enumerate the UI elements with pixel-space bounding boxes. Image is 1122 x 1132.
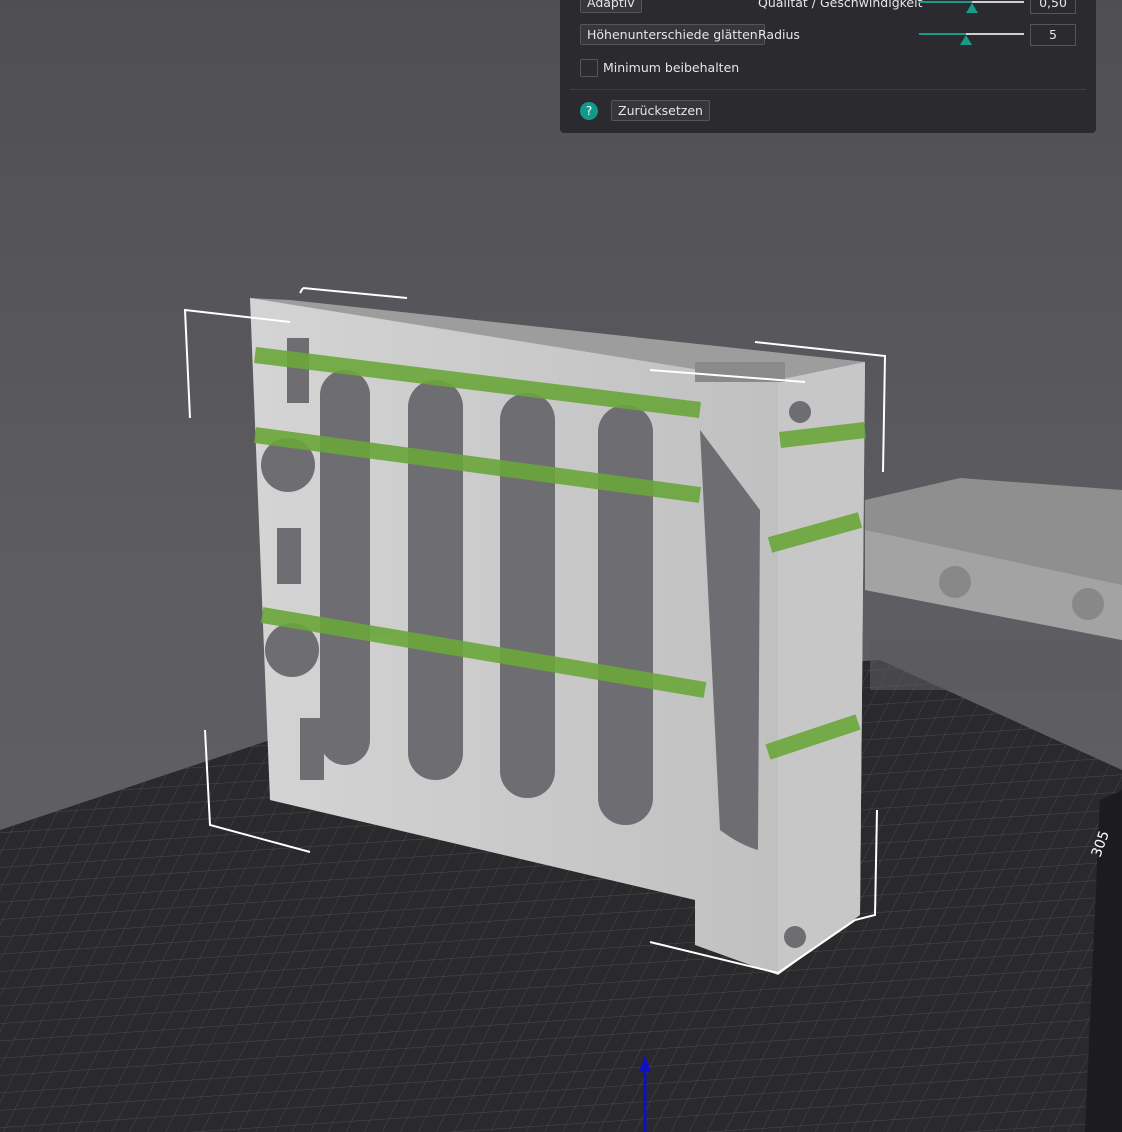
adaptive-button[interactable]: Adaptiv xyxy=(580,0,642,13)
divider xyxy=(570,89,1086,90)
slider-thumb[interactable] xyxy=(960,35,973,45)
radius-slider[interactable] xyxy=(919,33,1024,45)
quality-value-field[interactable]: 0,50 xyxy=(1030,0,1076,14)
radius-value-field[interactable]: 5 xyxy=(1030,24,1076,46)
quality-slider[interactable] xyxy=(919,1,1024,13)
keep-minimum-label: Minimum beibehalten xyxy=(603,60,740,75)
radius-label: Radius xyxy=(758,27,800,42)
3d-viewport[interactable]: 305 xyxy=(0,0,1122,1132)
reset-button[interactable]: Zurücksetzen xyxy=(611,100,710,121)
slider-thumb[interactable] xyxy=(965,3,978,13)
keep-minimum-checkbox[interactable] xyxy=(580,59,598,77)
quality-label: Qualität / Geschwindigkeit xyxy=(758,0,923,10)
variable-layer-height-panel: Adaptiv Qualität / Geschwindigkeit 0,50 … xyxy=(560,0,1096,133)
help-icon[interactable]: ? xyxy=(580,102,598,120)
background-model xyxy=(865,478,1122,690)
smooth-button[interactable]: Höhenunterschiede glätten xyxy=(580,24,765,45)
